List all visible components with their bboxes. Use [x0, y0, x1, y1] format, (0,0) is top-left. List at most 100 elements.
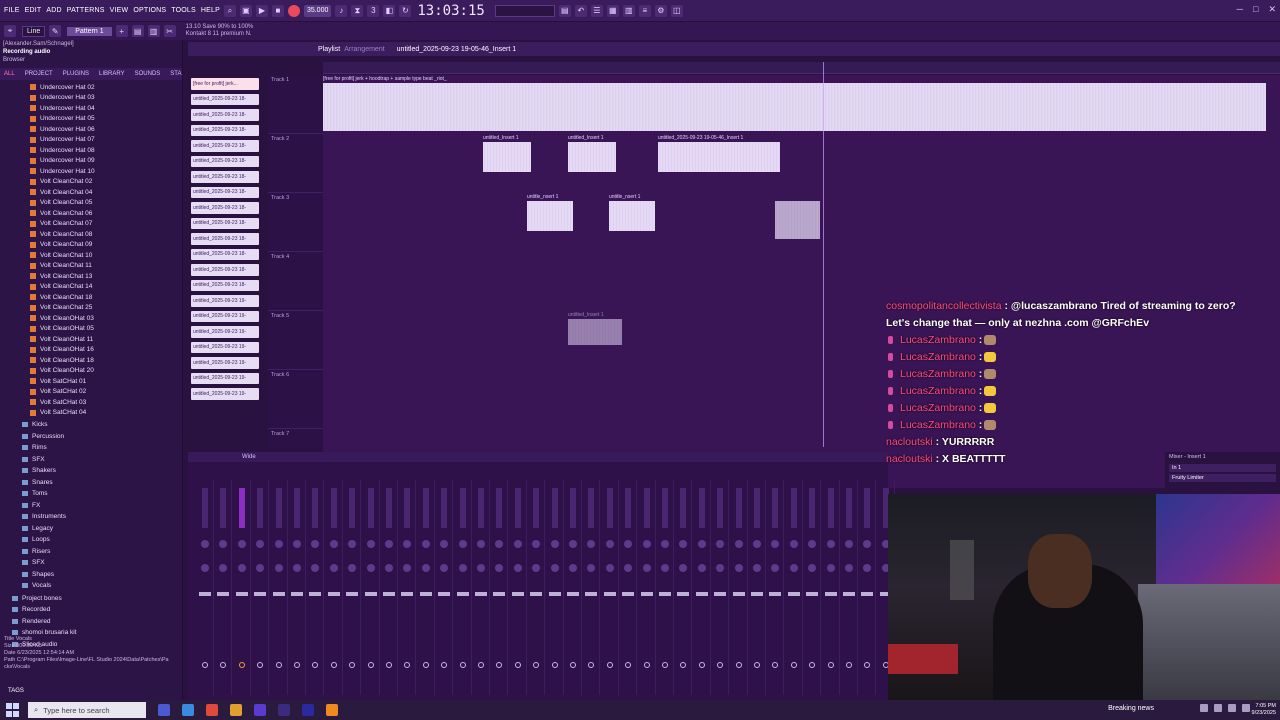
- mixer-channel-strip[interactable]: [711, 480, 730, 695]
- loop-record-icon[interactable]: ↻: [399, 4, 412, 17]
- tray-icon-2[interactable]: [1214, 704, 1222, 712]
- browser-file-item[interactable]: Undercover Hat 09: [30, 156, 182, 167]
- menu-item-patterns[interactable]: PATTERNS: [67, 7, 105, 14]
- route-button[interactable]: [367, 662, 374, 668]
- volume-fader[interactable]: [419, 592, 432, 596]
- route-button[interactable]: [349, 662, 356, 668]
- browser-file-item[interactable]: Volt CleanChat 18: [30, 292, 182, 303]
- track-label[interactable]: Track 6: [271, 372, 289, 378]
- browser-file-item[interactable]: Undercover Hat 07: [30, 135, 182, 146]
- browser-file-item[interactable]: Volt CleanChat 08: [30, 229, 182, 240]
- route-button[interactable]: [275, 662, 282, 668]
- mixer-channel-strip[interactable]: [214, 480, 233, 695]
- route-button[interactable]: [662, 662, 668, 668]
- clip-source-item[interactable]: untitled_2025-09-23 18-: [191, 171, 259, 183]
- volume-fader[interactable]: [493, 592, 506, 596]
- browser-folder-item[interactable]: Shapes: [22, 569, 182, 581]
- volume-fader[interactable]: [585, 592, 598, 596]
- volume-fader[interactable]: [309, 592, 322, 596]
- stereo-knob[interactable]: [329, 564, 338, 572]
- stop-button[interactable]: ■: [271, 4, 284, 17]
- mixer-channel-strip[interactable]: [619, 480, 638, 695]
- clip-source-item[interactable]: untitled_2025-09-23 19-: [191, 326, 259, 338]
- route-button[interactable]: [459, 662, 466, 668]
- stereo-knob[interactable]: [605, 564, 614, 572]
- clip-source-item[interactable]: untitled_2025-09-23 18-: [191, 155, 259, 167]
- stereo-knob[interactable]: [826, 564, 835, 572]
- clip-track-3a[interactable]: untitle_nsert 1: [527, 194, 573, 231]
- mixer-channel-strip[interactable]: [490, 480, 509, 695]
- stereo-knob[interactable]: [256, 564, 265, 572]
- mixer-channel-strip[interactable]: [840, 480, 858, 695]
- stereo-knob[interactable]: [458, 564, 467, 572]
- pan-knob[interactable]: [311, 540, 320, 548]
- clip-track-2a[interactable]: untitled_Insert 1: [483, 135, 531, 172]
- route-button[interactable]: [606, 662, 613, 668]
- pan-knob[interactable]: [845, 540, 853, 548]
- mixer-channel-strip[interactable]: [380, 480, 398, 695]
- mixer-channel-strip[interactable]: [674, 480, 693, 695]
- pan-knob[interactable]: [293, 540, 301, 548]
- route-button[interactable]: [514, 662, 521, 668]
- menu-item-tools[interactable]: TOOLS: [171, 7, 196, 14]
- volume-fader[interactable]: [622, 592, 635, 596]
- pan-knob[interactable]: [274, 540, 283, 548]
- mixer-channel-strip[interactable]: [270, 480, 288, 695]
- browser-file-item[interactable]: Volt CleanChat 05: [30, 198, 182, 209]
- close-icon[interactable]: ✕: [1268, 4, 1276, 15]
- pan-knob[interactable]: [532, 540, 541, 548]
- record-button[interactable]: [287, 4, 300, 17]
- mixer-channel-strip[interactable]: [251, 480, 270, 695]
- pan-knob[interactable]: [716, 540, 725, 548]
- browser-file-item[interactable]: Undercover Hat 03: [30, 93, 182, 104]
- volume-fader[interactable]: [272, 592, 285, 596]
- pan-knob[interactable]: [624, 540, 633, 548]
- news-widget[interactable]: Breaking news: [1108, 705, 1154, 712]
- browser-file-item[interactable]: Volt CleanChat 11: [30, 261, 182, 272]
- mixer-channel-strip[interactable]: [582, 480, 601, 695]
- volume-fader[interactable]: [769, 592, 782, 596]
- wifi-icon[interactable]: [1228, 704, 1236, 712]
- browser-file-item[interactable]: Undercover Hat 05: [30, 114, 182, 125]
- stereo-knob[interactable]: [587, 564, 596, 572]
- menu-item-add[interactable]: ADD: [46, 7, 61, 14]
- clip-source-item[interactable]: untitled_2025-09-23 18-: [191, 124, 259, 136]
- mixer-channel-strip[interactable]: [343, 480, 362, 695]
- stereo-knob[interactable]: [495, 564, 504, 572]
- stereo-knob[interactable]: [789, 564, 798, 572]
- browser-file-item[interactable]: Undercover Hat 10: [30, 166, 182, 177]
- route-button[interactable]: [496, 662, 503, 668]
- stereo-knob[interactable]: [366, 564, 375, 572]
- tempo-display[interactable]: 35.000: [303, 4, 332, 17]
- mixer-icon[interactable]: ≡: [638, 4, 651, 17]
- menu-item-edit[interactable]: EDIT: [25, 7, 42, 14]
- browser-file-item[interactable]: Volt SatCHat 01: [30, 376, 182, 387]
- stereo-knob[interactable]: [348, 564, 357, 572]
- clip-source-item[interactable]: untitled_2025-09-23 18-: [191, 109, 259, 121]
- browser-file-item[interactable]: Volt CleanChat 14: [30, 282, 182, 293]
- mixer-channel-strip[interactable]: [306, 480, 325, 695]
- volume-fader[interactable]: [327, 592, 340, 596]
- undo-icon[interactable]: ↶: [574, 4, 587, 17]
- pan-knob[interactable]: [477, 540, 485, 548]
- after-effects-icon[interactable]: [302, 704, 314, 716]
- mixer-channel-strip[interactable]: [748, 480, 766, 695]
- mixer-channel-strip[interactable]: [803, 480, 822, 695]
- pan-knob[interactable]: [550, 540, 559, 548]
- route-button[interactable]: [772, 662, 779, 668]
- route-button[interactable]: [588, 662, 595, 668]
- clip-source-item[interactable]: untitled_2025-09-23 19-: [191, 295, 259, 307]
- windows-start-icon[interactable]: [6, 703, 20, 717]
- pan-knob[interactable]: [642, 540, 651, 548]
- volume-fader[interactable]: [199, 592, 211, 596]
- browser-folder-item[interactable]: Recorded: [12, 604, 182, 616]
- pattern-song-toggle[interactable]: ▣: [239, 4, 252, 17]
- taskbar-search[interactable]: ⌕ Type here to search: [28, 702, 146, 718]
- volume-fader[interactable]: [640, 592, 653, 596]
- menu-item-options[interactable]: OPTIONS: [133, 7, 166, 14]
- browser-folder-item[interactable]: Snares: [22, 477, 182, 489]
- clip-source-item[interactable]: [free for profit] jerk...: [191, 78, 259, 90]
- track-label[interactable]: Track 1: [271, 77, 289, 83]
- pan-knob[interactable]: [219, 540, 228, 548]
- pan-knob[interactable]: [863, 540, 872, 548]
